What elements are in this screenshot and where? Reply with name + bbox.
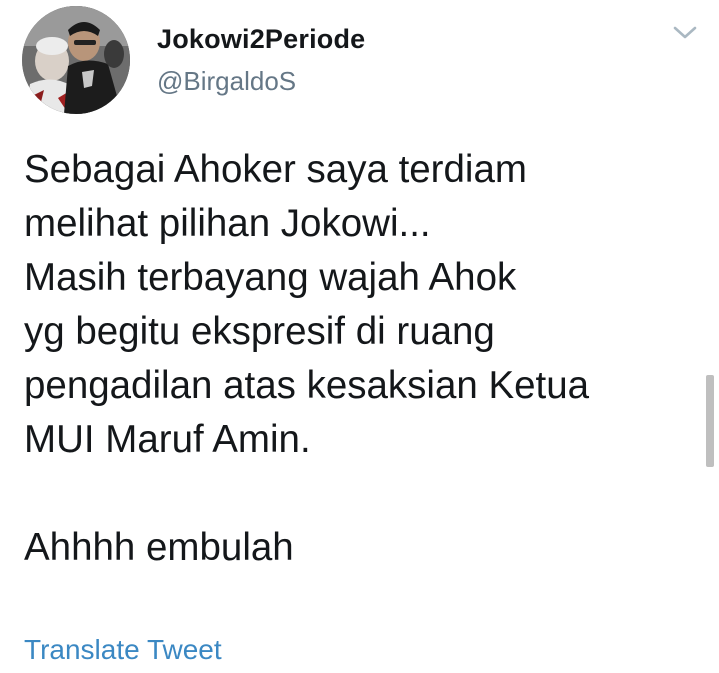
tweet-text-line: Sebagai Ahoker saya terdiam xyxy=(24,148,527,191)
chevron-down-icon[interactable] xyxy=(672,24,698,42)
tweet-text-line: Masih terbayang wajah Ahok xyxy=(24,256,517,299)
tweet-text-line: yg begitu ekspresif di ruang xyxy=(24,310,495,353)
profile-photo-icon xyxy=(22,6,130,114)
tweet-text-line: MUI Maruf Amin. xyxy=(24,418,311,461)
paragraph-break xyxy=(24,467,694,521)
tweet-text-line: melihat pilihan Jokowi... xyxy=(24,202,431,245)
tweet-card: Jokowi2Periode @BirgaldoS Sebagai Ahoker… xyxy=(0,0,719,673)
user-handle[interactable]: @BirgaldoS xyxy=(157,66,296,97)
scrollbar[interactable] xyxy=(706,375,714,467)
avatar[interactable] xyxy=(22,6,130,114)
display-name[interactable]: Jokowi2Periode xyxy=(157,24,365,55)
tweet-text-line: pengadilan atas kesaksian Ketua xyxy=(24,364,590,407)
translate-tweet-link[interactable]: Translate Tweet xyxy=(24,634,222,666)
tweet-closing-line: Ahhhh embulah xyxy=(24,526,294,569)
tweet-text: Sebagai Ahoker saya terdiam melihat pili… xyxy=(24,143,694,575)
